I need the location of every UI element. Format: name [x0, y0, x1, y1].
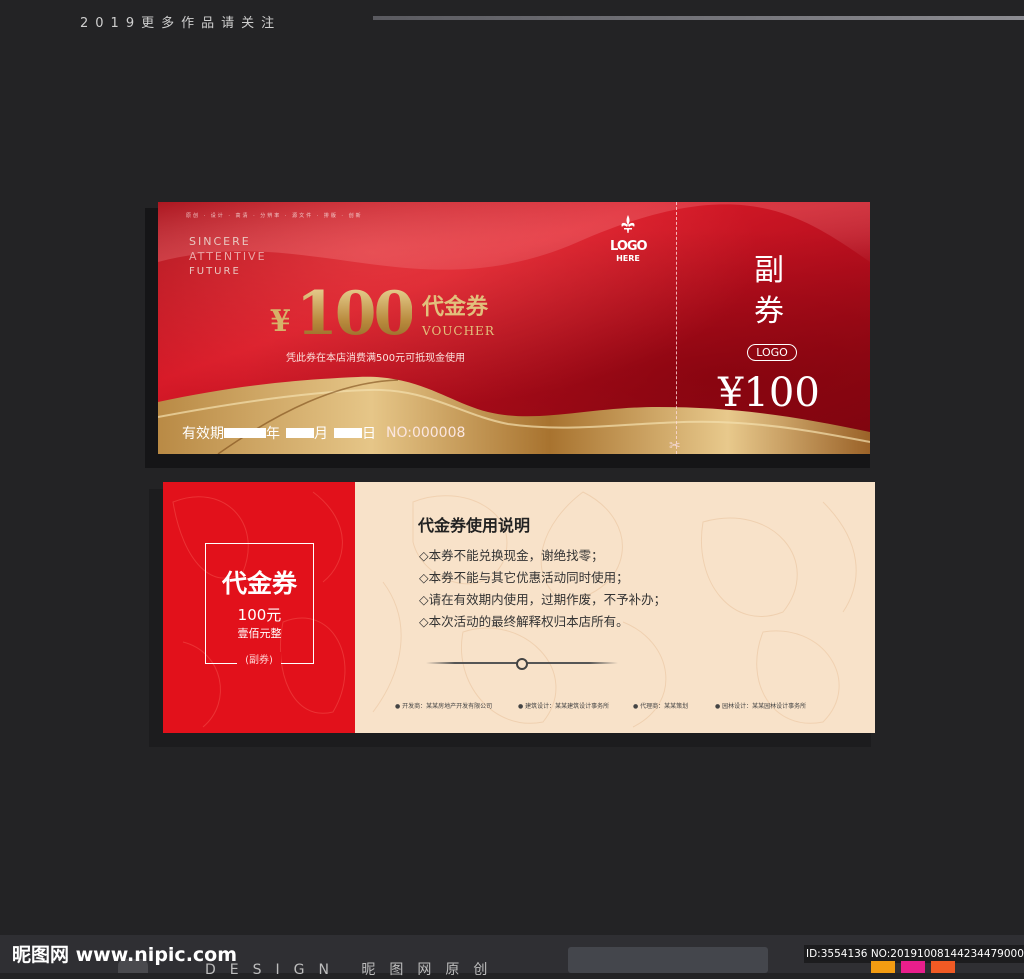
day-blank	[334, 428, 362, 438]
back-title: 代金券	[221, 569, 297, 598]
instruction-item: ◇请在有效期内使用，过期作废，不予补办；	[419, 592, 667, 607]
year-label: 年	[266, 426, 280, 442]
ornament-dot	[516, 658, 528, 670]
stub-label-char-2: 券	[754, 294, 784, 329]
color-swatch	[931, 961, 955, 973]
instruction-item: ◇本次活动的最终解释权归本店所有。	[419, 614, 629, 629]
amount-value: 100	[296, 279, 415, 349]
credit-agent: ● 代理商：某某策划	[633, 703, 689, 710]
credit-landscape: ● 园林设计：某某园林设计事务所	[715, 703, 807, 710]
watermark-design-text: DESIGN 昵图网原创	[205, 962, 502, 978]
watermark-logo: 昵图网 www.nipic.com	[12, 944, 238, 966]
back-title-frame: 代金券 100元 壹佰元整	[205, 543, 314, 664]
stub-label: 副 券	[752, 250, 786, 332]
color-swatch	[901, 961, 925, 973]
stub-logo: LOGO	[747, 344, 797, 361]
front-voucher: 原创 · 设计 · 高清 · 分辨率 · 源文件 · 排版 · 创新 SINCE…	[158, 202, 870, 454]
back-voucher: 代金券 100元 壹佰元整 (副券) 代金券使用说明 ◇本券不能兑换现金，谢绝找…	[163, 482, 875, 733]
brand-logo: LOGO HERE	[610, 214, 648, 263]
slogan-attentive: ATTENTIVE	[189, 250, 267, 263]
color-swatch	[871, 961, 895, 973]
amount-currency: ¥	[270, 304, 291, 339]
stub-amount: ¥100	[718, 370, 820, 416]
back-red-panel: 代金券 100元 壹佰元整 (副券)	[163, 482, 355, 733]
serial-number: NO:000008	[386, 425, 466, 441]
credit-architect: ● 建筑设计：某某建筑设计事务所	[518, 703, 610, 710]
month-blank	[286, 428, 314, 438]
year-blank	[224, 428, 266, 438]
instruction-item: ◇本券不能与其它优惠活动同时使用；	[419, 570, 629, 585]
voucher-description: 凭此券在本店消费满500元可抵现金使用	[286, 353, 466, 364]
header-text: 2019更多作品请关注	[80, 16, 282, 31]
slogan-future: FUTURE	[189, 266, 241, 277]
fleur-de-lis-icon	[621, 215, 635, 233]
scissors-icon: ✂	[669, 438, 681, 454]
credit-developer: ● 开发商：某某房地产开发有限公司	[395, 703, 493, 710]
header-rule	[373, 16, 1024, 20]
perforation-line	[676, 202, 677, 454]
slogan-sincere: SINCERE	[189, 235, 251, 248]
logo-text: LOGO	[610, 239, 648, 254]
month-label: 月	[314, 426, 328, 442]
watermark-thumbnail	[568, 947, 768, 973]
instructions-heading: 代金券使用说明	[418, 516, 531, 535]
stub-label-char-1: 副	[754, 253, 784, 288]
day-label: 日	[362, 426, 376, 442]
voucher-title: 代金券	[422, 294, 489, 320]
logo-subtext: HERE	[616, 254, 640, 263]
small-tagline: 原创 · 设计 · 高清 · 分辨率 · 源文件 · 排版 · 创新	[186, 213, 363, 219]
instruction-item: ◇本券不能兑换现金，谢绝找零；	[419, 548, 604, 563]
validity-label: 有效期	[182, 426, 224, 442]
back-amount-words: 壹佰元整	[237, 627, 282, 640]
voucher-subtitle: VOUCHER	[422, 324, 495, 338]
validity-row: 有效期 年 月 日 NO:000008	[182, 423, 465, 443]
back-copy-label: (副券)	[237, 652, 281, 669]
back-amount: 100元	[237, 606, 282, 624]
